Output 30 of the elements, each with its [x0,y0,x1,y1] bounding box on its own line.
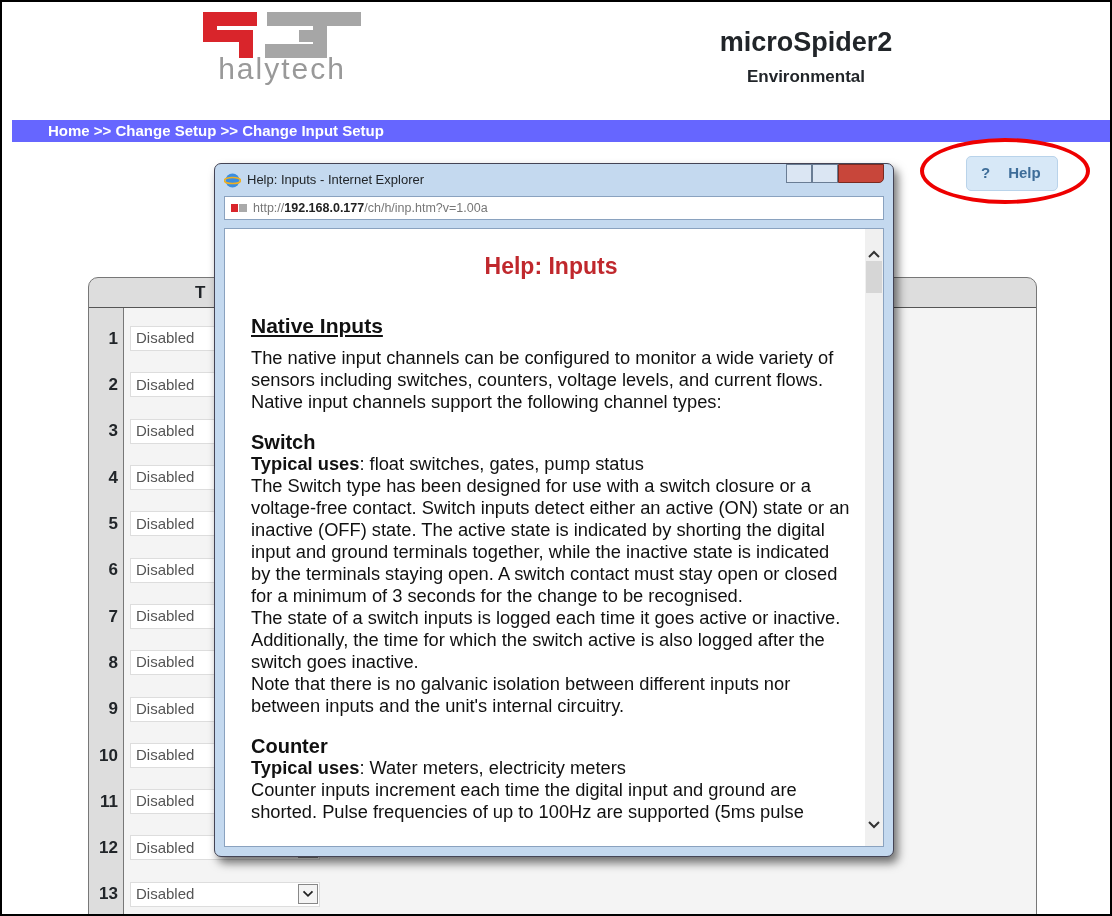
product-subtitle: Environmental [746,66,866,89]
help-paragraph: The Switch type has been designed for use with a switch closure or a voltage-free contact. Switch inputs detect either an active (ON) state or an inactive (OFF) state. The active state is indicated by shorting the digital input and ground terminals together, while the inactive state is indicated by the terminals staying open. A switch contact must stay open or closed for a minimum of 3 seconds for the change to be recognised. [251,475,851,607]
breadcrumb: Home >> Change Setup >> Change Input Setup [12,120,1110,142]
product-title: microSpider2 [719,26,893,59]
row-number: 1 [107,327,119,350]
row-number: 2 [107,374,119,397]
help-paragraph: Note that there is no galvanic isolation between different inputs nor between inputs and the unit's internal circuitry. [251,673,792,717]
row-number: 9 [107,698,119,721]
row-number: 13 [98,883,119,906]
row-number: 5 [107,513,119,536]
row-number: 8 [107,651,119,674]
help-paragraph: Counter inputs increment each time the digital input and ground are shorted. Pulse frequencies of up to 100Hz are supported (5ms pulse [251,779,805,823]
help-paragraph: Typical uses: float switches, gates, pump status [251,453,645,475]
help-paragraph: The native input channels can be configured to monitor a wide variety of sensors including switches, counters, voltage levels, and current flows. Native input channels support the following channel types: [251,347,835,413]
help-paragraph: Typical uses: Water meters, electricity meters [251,757,627,779]
row-number: 10 [98,744,119,767]
row-number: 6 [107,559,119,582]
row-number: 7 [107,605,119,628]
row-number: 4 [107,466,119,489]
row-number: 12 [98,837,119,860]
subsection-heading: Switch [251,431,317,453]
help-title: Help: Inputs [483,255,619,277]
window-title: Help: Inputs - Internet Explorer [247,171,425,190]
help-paragraph: The state of a switch inputs is logged each time it goes active or inactive. Additionally, the time for which the switch active is also logged after the switch goes inactive. [251,607,842,673]
subsection-heading: Counter [251,735,329,757]
logo-text: halytech [218,54,346,84]
url-text: http://192.168.0.177/ch/h/inp.htm?v=1.00a [253,199,488,217]
row-number: 3 [107,420,119,443]
section-heading: Native Inputs [251,315,384,337]
row-number: 11 [99,790,119,813]
